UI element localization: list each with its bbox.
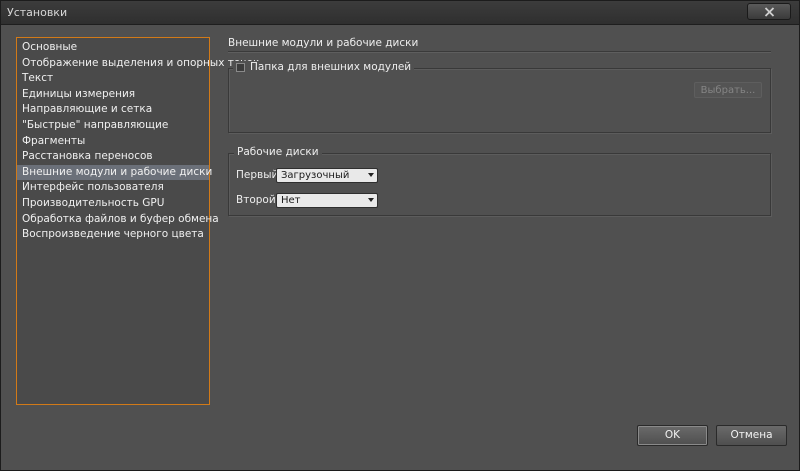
cancel-button[interactable]: Отмена xyxy=(716,425,787,446)
close-icon xyxy=(764,7,775,17)
sidebar-item[interactable]: Отображение выделения и опорных точек xyxy=(17,56,259,72)
sidebar-item[interactable]: Основные xyxy=(17,40,209,56)
sidebar-item[interactable]: Обработка файлов и буфер обмена xyxy=(17,212,219,228)
title-bar[interactable]: Установки xyxy=(1,1,799,25)
scratch-disks-legend: Рабочие диски xyxy=(234,146,322,158)
plugins-folder-label: Папка для внешних модулей xyxy=(250,61,412,73)
first-disk-label: Первый: xyxy=(236,169,282,181)
sidebar-item[interactable]: Воспроизведение черного цвета xyxy=(17,227,209,243)
first-disk-select[interactable]: Загрузочный xyxy=(276,168,378,183)
window-title: Установки xyxy=(7,6,68,19)
sidebar-item[interactable]: Направляющие и сетка xyxy=(17,102,209,118)
scratch-disks-group: Рабочие диски Первый: Загрузочный Второй… xyxy=(228,146,771,216)
sidebar-item[interactable]: Расстановка переносов xyxy=(17,149,209,165)
section-title: Внешние модули и рабочие диски xyxy=(228,37,419,49)
choose-folder-button[interactable]: Выбрать... xyxy=(694,82,762,98)
sidebar-item[interactable]: Внешние модули и рабочие диски xyxy=(17,164,212,181)
plugins-folder-legend[interactable]: Папка для внешних модулей xyxy=(233,61,415,73)
close-button[interactable] xyxy=(747,3,791,20)
sidebar-item[interactable]: "Быстрые" направляющие xyxy=(17,118,209,134)
chevron-down-icon xyxy=(368,198,374,202)
preferences-dialog: Установки Основные Отображение выделения … xyxy=(0,0,800,471)
plugins-folder-group: Папка для внешних модулей Выбрать... xyxy=(228,61,771,133)
category-items: Основные Отображение выделения и опорных … xyxy=(17,38,259,243)
second-disk-select[interactable]: Нет xyxy=(276,193,378,208)
sidebar-item[interactable]: Фрагменты xyxy=(17,134,209,150)
second-disk-label: Второй: xyxy=(236,194,280,206)
section-divider xyxy=(228,51,771,53)
second-disk-value: Нет xyxy=(281,195,301,206)
sidebar-item[interactable]: Производительность GPU xyxy=(17,196,209,212)
dialog-body: Основные Отображение выделения и опорных … xyxy=(8,29,792,464)
first-disk-value: Загрузочный xyxy=(281,170,350,181)
sidebar-item[interactable]: Единицы измерения xyxy=(17,87,209,103)
sidebar-item[interactable]: Текст xyxy=(17,71,209,87)
plugins-folder-checkbox[interactable] xyxy=(236,62,245,72)
category-list[interactable]: Основные Отображение выделения и опорных … xyxy=(16,37,259,405)
chevron-down-icon xyxy=(368,173,374,177)
ok-button[interactable]: OK xyxy=(637,425,708,446)
sidebar-item[interactable]: Интерфейс пользователя xyxy=(17,180,209,196)
